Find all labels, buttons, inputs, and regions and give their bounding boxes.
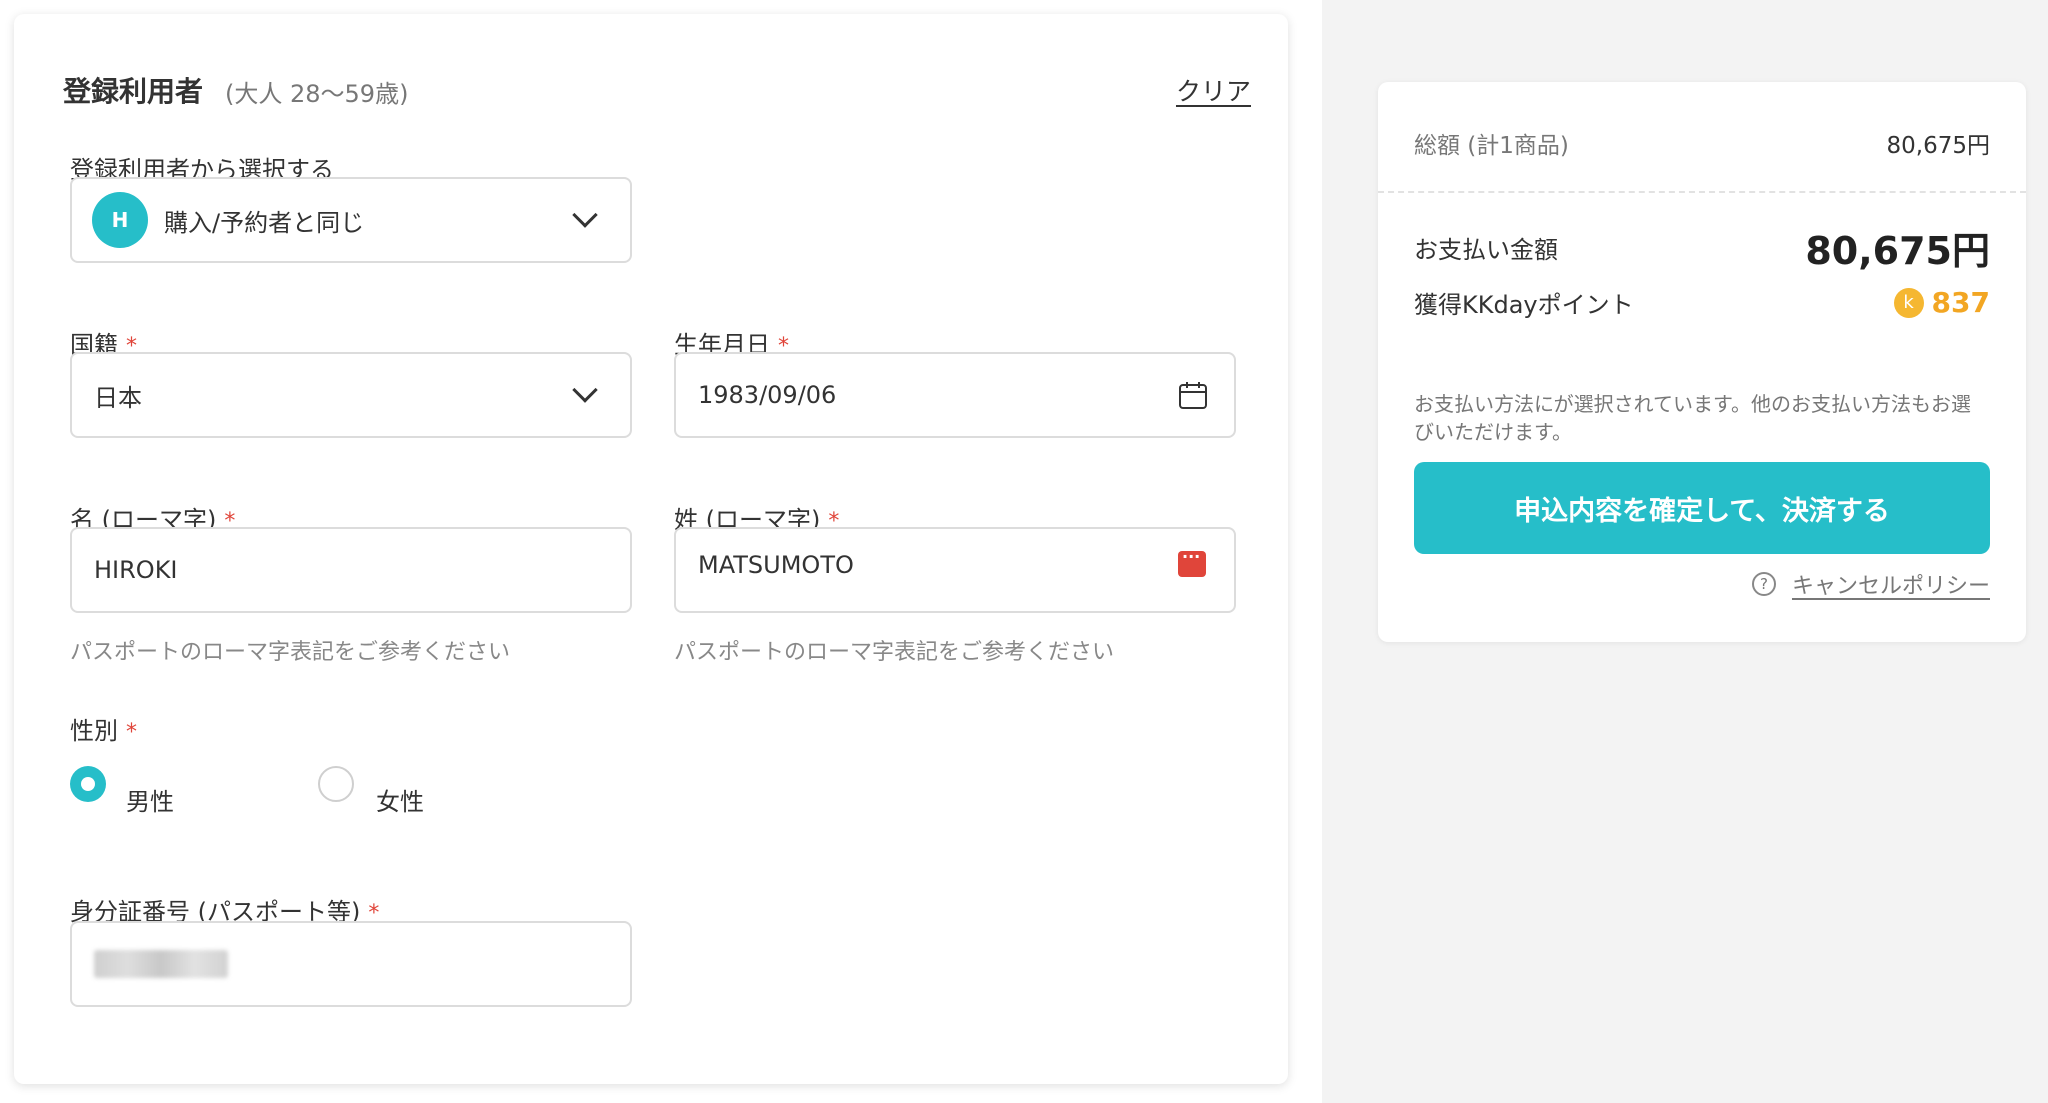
confirm-payment-button[interactable]: 申込内容を確定して、決済する: [1414, 462, 1990, 554]
gender-radio-male[interactable]: [70, 766, 106, 802]
calendar-icon[interactable]: [1178, 380, 1208, 410]
firstname-hint: パスポートのローマ字表記をご参考ください: [70, 640, 511, 665]
points-label: 獲得KKdayポイント: [1414, 291, 1634, 319]
birthdate-value: 1983/09/06: [698, 381, 837, 409]
gender-label-male: 男性: [126, 788, 174, 816]
gender-radio-female[interactable]: [318, 766, 354, 802]
card-subtitle: (大人 28〜59歳): [225, 80, 409, 108]
gender-label-female: 女性: [376, 788, 424, 816]
select-user-value: 購入/予約者と同じ: [164, 208, 365, 237]
points-value-group: k 837: [1893, 286, 1990, 319]
payment-row: お支払い金額 80,675円: [1414, 220, 1990, 275]
kkday-point-icon: k: [1893, 287, 1924, 318]
points-value: 837: [1931, 286, 1990, 319]
gender-label: 性別 *: [70, 717, 137, 745]
payment-label: お支払い金額: [1414, 236, 1558, 264]
total-value: 80,675円: [1886, 133, 1990, 159]
lastname-value: MATSUMOTO: [698, 551, 854, 579]
lastname-hint: パスポートのローマ字表記をご参考ください: [674, 640, 1115, 665]
total-row: 総額 (計1商品) 80,675円: [1414, 126, 1990, 160]
total-label: 総額 (計1商品): [1414, 133, 1569, 159]
points-row: 獲得KKdayポイント k 837: [1414, 285, 1990, 320]
chevron-down-icon: [572, 202, 598, 228]
cancel-policy-link[interactable]: ? キャンセルポリシー: [1751, 568, 1990, 600]
chevron-down-icon: [572, 377, 598, 403]
payment-notice: お支払い方法にが選択されています。他のお支払い方法もお選びいただけます。: [1414, 392, 1971, 444]
avatar: H: [92, 192, 148, 248]
nationality-value: 日本: [94, 383, 142, 412]
nationality-select[interactable]: 日本: [70, 352, 632, 438]
lastname-input[interactable]: MATSUMOTO: [674, 527, 1236, 613]
id-number-input[interactable]: [70, 921, 632, 1007]
question-icon: ?: [1751, 572, 1776, 596]
redacted-value: [94, 950, 228, 978]
firstname-value: HIROKI: [94, 556, 178, 584]
card-title: 登録利用者: [63, 75, 204, 108]
select-user-dropdown[interactable]: H 購入/予約者と同じ: [70, 177, 632, 263]
required-mark: *: [126, 720, 137, 745]
divider: [1378, 191, 2026, 193]
autofill-icon[interactable]: [1178, 547, 1206, 577]
clear-link[interactable]: クリア: [1176, 72, 1251, 108]
order-summary-card: 総額 (計1商品) 80,675円 お支払い金額 80,675円 獲得KKday…: [1378, 82, 2026, 642]
cancel-policy-label: キャンセルポリシー: [1791, 574, 1990, 599]
firstname-input[interactable]: HIROKI: [70, 527, 632, 613]
birthdate-field[interactable]: 1983/09/06: [674, 352, 1236, 438]
payment-amount: 80,675円: [1805, 229, 1990, 273]
traveler-form-card: 登録利用者 (大人 28〜59歳) クリア 登録利用者から選択する H 購入/予…: [14, 14, 1288, 1084]
